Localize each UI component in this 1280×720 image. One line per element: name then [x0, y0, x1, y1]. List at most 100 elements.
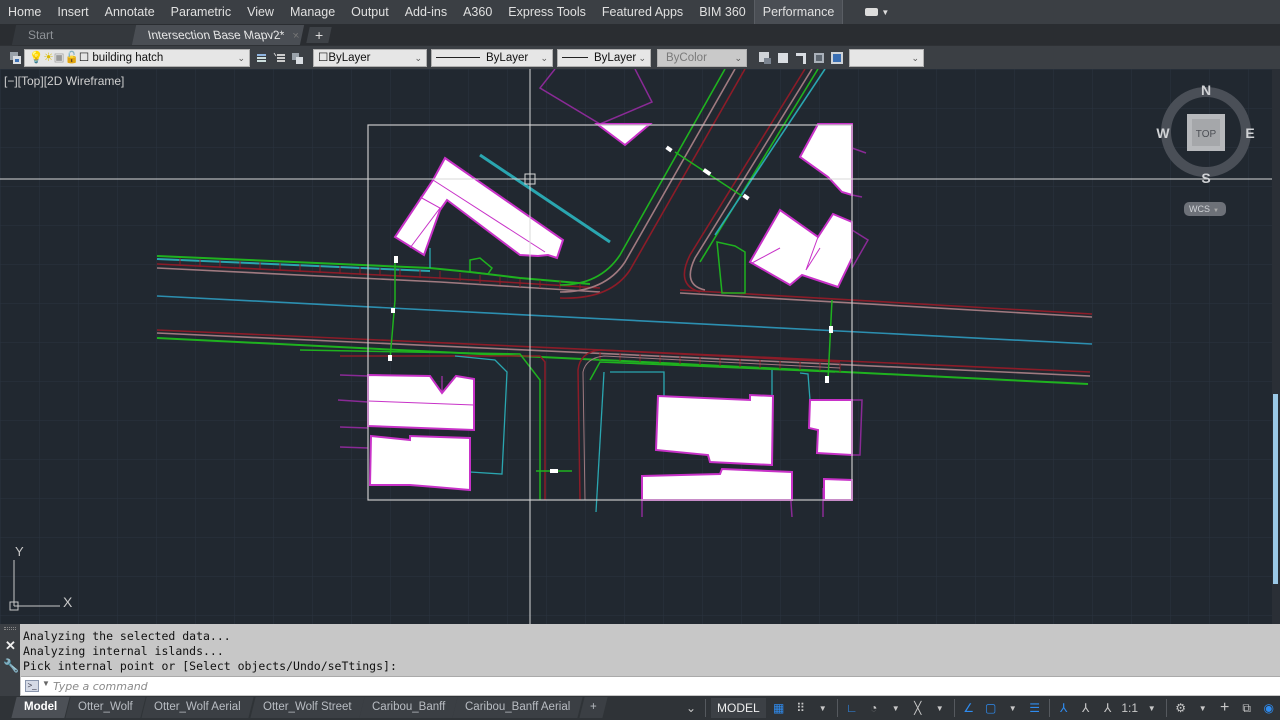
chevron-down-icon: ⌄	[638, 53, 646, 63]
polar-tracking-icon[interactable]: ◔	[865, 698, 883, 718]
layer-name: building hatch	[92, 52, 164, 64]
ribbon-tab-annotate[interactable]: Annotate	[97, 0, 163, 24]
layout-tab-otter-wolf-street[interactable]: Otter_Wolf Street	[250, 697, 365, 718]
layer-match-icon[interactable]	[273, 51, 287, 65]
chevron-down-icon[interactable]: ▼	[1143, 698, 1161, 718]
lightbulb-icon: 💡	[29, 52, 44, 64]
extra-dropdown[interactable]: ⌄	[849, 49, 924, 67]
close-icon[interactable]: ×	[291, 26, 302, 46]
new-layout-button[interactable]: +	[579, 697, 608, 718]
doc-tab-label: Intersection Base Mapv2*	[146, 28, 287, 42]
object-snap-tracking-icon[interactable]: ∠	[960, 698, 978, 718]
ribbon-tab-featured-apps[interactable]: Featured Apps	[594, 0, 691, 24]
linetype-dropdown[interactable]: ByLayer ⌄	[431, 49, 553, 67]
annotation-scale-value[interactable]: 1:1	[1121, 698, 1139, 718]
layout-tab-caribou-banff-aerial[interactable]: Caribou_Banff Aerial	[452, 697, 583, 718]
compass-west[interactable]: W	[1156, 125, 1170, 141]
color-swatch: ☐	[318, 52, 329, 64]
doc-tab-start-label: Start	[28, 28, 54, 42]
object-snap-icon[interactable]: ▢	[982, 698, 1000, 718]
wcs-label: WCS	[1189, 204, 1210, 214]
wrench-icon[interactable]: 🔧	[3, 658, 19, 674]
vertical-scrollbar[interactable]	[1272, 69, 1280, 624]
make-current-layer-icon[interactable]	[255, 51, 269, 65]
layer-dropdown[interactable]: 💡☀▣🔓☐ building hatch ⌄	[24, 49, 250, 67]
new-tab-button[interactable]: +	[306, 27, 332, 43]
ribbon-tab-insert[interactable]: Insert	[49, 0, 96, 24]
quick-properties-icon[interactable]: ◉	[1260, 698, 1278, 718]
layout-tab-otter-wolf-aerial[interactable]: Otter_Wolf Aerial	[141, 697, 254, 718]
layer-color-swatch: ☐	[78, 52, 90, 64]
chevron-down-icon[interactable]: ▼	[931, 698, 949, 718]
ribbon-tab-view[interactable]: View	[239, 0, 282, 24]
layout-tab-caribou-banff[interactable]: Caribou_Banff	[359, 697, 458, 718]
auto-scale-icon[interactable]: ⅄	[1077, 698, 1095, 718]
plus-icon: +	[590, 701, 597, 713]
ribbon-tab-a360[interactable]: A360	[455, 0, 500, 24]
annotation-visibility-icon[interactable]: ⅄	[1055, 698, 1073, 718]
model-space-toggle[interactable]: MODEL	[711, 698, 766, 718]
chevron-down-icon[interactable]: ▼	[1004, 698, 1022, 718]
paper-icon[interactable]	[776, 51, 790, 65]
page-setup-icon[interactable]	[794, 51, 808, 65]
doc-tab-start[interactable]: Start	[11, 25, 137, 45]
ribbon-tab-output[interactable]: Output	[343, 0, 397, 24]
chevron-down-icon[interactable]: ▼	[1194, 698, 1212, 718]
command-prompt-icon[interactable]: >_	[25, 680, 39, 692]
compass-north[interactable]: N	[1201, 82, 1211, 98]
layout-tab-label: Model	[24, 701, 58, 713]
scrollbar-thumb[interactable]	[1273, 394, 1278, 584]
snap-icon[interactable]: ⠿	[792, 698, 810, 718]
command-input-box[interactable]: >_ ▼	[21, 676, 1280, 695]
lineweight-dropdown[interactable]: ByLayer ⌄	[557, 49, 651, 67]
compass-east[interactable]: E	[1245, 125, 1254, 141]
grid	[0, 69, 1272, 624]
command-input[interactable]	[53, 678, 1253, 694]
layout-tab-label: Otter_Wolf	[78, 701, 133, 713]
layout-tab-otter-wolf[interactable]: Otter_Wolf	[65, 697, 146, 718]
building-hatch	[368, 434, 471, 492]
layer-properties-icon[interactable]	[8, 51, 22, 65]
layout-tab-model[interactable]: Model	[11, 697, 70, 718]
plus-icon: +	[314, 27, 324, 43]
ribbon-tab-home[interactable]: Home	[0, 0, 49, 24]
isodraft-icon[interactable]: ╳	[909, 698, 927, 718]
ortho-icon[interactable]: ∟	[843, 698, 861, 718]
plot-preview-icon[interactable]	[812, 51, 826, 65]
viewcube[interactable]: TOP N S E W	[1150, 80, 1262, 192]
ribbon-tab-performance[interactable]: Performance	[753, 0, 844, 24]
command-history-line: Analyzing the selected data...	[23, 629, 231, 643]
chevron-down-icon: ▼	[1213, 208, 1219, 214]
chevron-down-icon[interactable]: ▼	[814, 698, 832, 718]
ribbon-display-toggle[interactable]: ▼	[865, 8, 889, 17]
viewport-icon[interactable]	[830, 51, 844, 65]
viewport-controls-label[interactable]: [−][Top][2D Wireframe]	[4, 74, 124, 88]
drag-handle[interactable]	[4, 627, 16, 630]
ribbon-tab-manage[interactable]: Manage	[282, 0, 343, 24]
annotation-scale-icon[interactable]: ⅄	[1099, 698, 1117, 718]
view-manager-icon[interactable]	[758, 51, 772, 65]
layout-tab-label: Otter_Wolf Aerial	[154, 701, 241, 713]
workspace-gear-icon[interactable]: ⚙	[1172, 698, 1190, 718]
layer-previous-icon[interactable]	[290, 51, 304, 65]
compass-south[interactable]: S	[1201, 170, 1210, 186]
drawing-viewport[interactable]: Y X [−][Top][2D Wireframe]	[0, 69, 1272, 624]
lineweight-icon[interactable]: ☰	[1026, 698, 1044, 718]
chevron-down-icon[interactable]: ▼	[42, 679, 50, 688]
wcs-menu-button[interactable]: WCS ▼	[1184, 202, 1226, 216]
units-icon[interactable]: ⧉	[1238, 698, 1256, 718]
customize-chevron-icon[interactable]: ⌄	[682, 698, 700, 718]
drawing-canvas[interactable]: Y X	[0, 69, 1272, 624]
doc-tab-intersection-base-map[interactable]: Intersection Base Mapv2* ×	[131, 25, 305, 46]
color-dropdown[interactable]: ☐ByLayer ⌄	[313, 49, 427, 67]
annotation-monitor-icon[interactable]: +	[1216, 698, 1234, 718]
ribbon-tab-add-ins[interactable]: Add-ins	[397, 0, 455, 24]
document-tab-bar: Start Intersection Base Mapv2* × +	[0, 24, 1280, 45]
command-history-line: Pick internal point or [Select objects/U…	[23, 659, 397, 673]
ribbon-tab-bim-360[interactable]: BIM 360	[691, 0, 754, 24]
chevron-down-icon[interactable]: ▼	[887, 698, 905, 718]
ribbon-tab-express-tools[interactable]: Express Tools	[500, 0, 594, 24]
close-icon[interactable]: ✕	[5, 638, 16, 654]
grid-icon[interactable]: ▦	[770, 698, 788, 718]
ribbon-tab-parametric[interactable]: Parametric	[163, 0, 239, 24]
